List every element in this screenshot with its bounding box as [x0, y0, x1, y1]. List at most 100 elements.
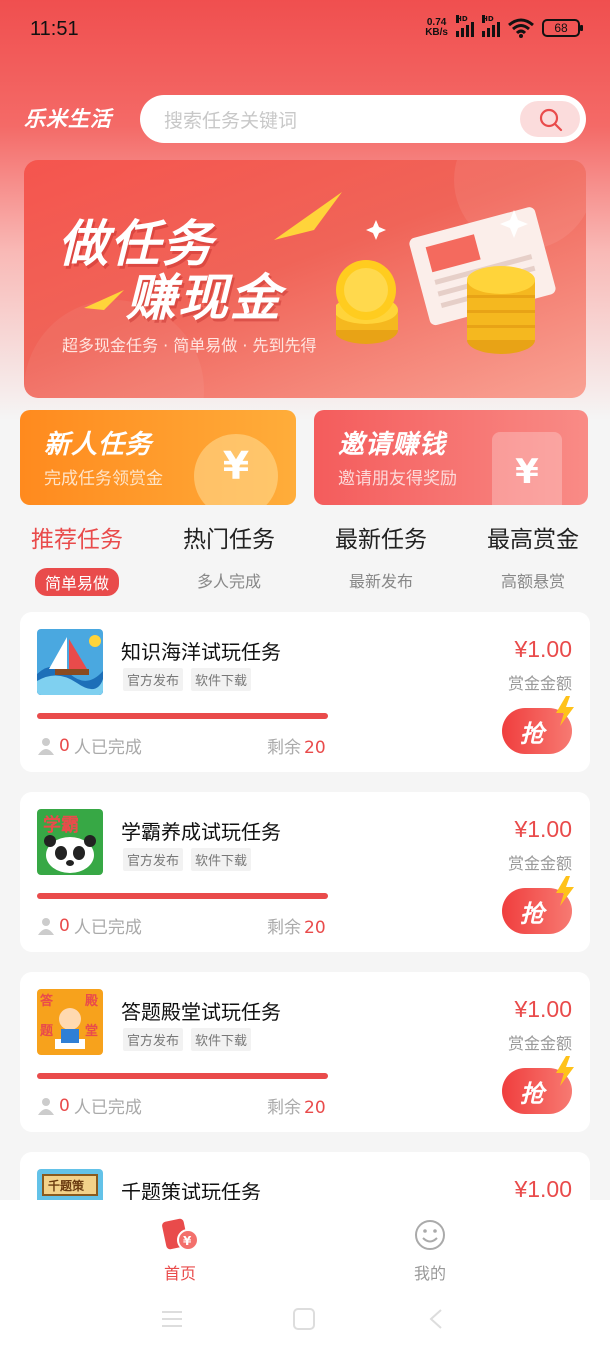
grab-label: 抢 [520, 1080, 544, 1108]
task-reward-label: 赏金金额 [507, 674, 572, 693]
nav-me-label: 我的 [413, 1264, 446, 1283]
task-progress-bar [37, 713, 328, 719]
tab-recommended[interactable]: 推荐任务 简单易做 [2, 520, 152, 596]
remaining-label: 剩余 [267, 738, 301, 758]
task-app-icon [37, 629, 103, 695]
network-speed: 0.74 KB/s [425, 18, 448, 38]
signal-hd-label-2: HD [482, 15, 494, 23]
grab-task-button[interactable]: 抢 [502, 876, 574, 934]
tab-title: 热门任务 [183, 527, 275, 553]
task-tag: 官方发布 [123, 668, 184, 691]
user-icon [38, 917, 54, 935]
task-progress-bar [37, 1073, 328, 1079]
task-progress-fill [37, 713, 328, 719]
task-tags: 官方发布 软件下载 [123, 848, 252, 871]
task-reward-label: 赏金金额 [507, 1034, 572, 1053]
task-card[interactable]: 知识海洋试玩任务 官方发布 软件下载 ¥1.00 赏金金额 0 人已完成 剩余 2… [20, 612, 590, 772]
task-remaining: 剩余 20 [267, 1093, 326, 1118]
signal-hd-label: HD [456, 15, 468, 23]
tab-subtitle: 多人完成 [196, 572, 261, 591]
remaining-label: 剩余 [267, 918, 301, 938]
search-input[interactable]: 搜索任务关键词 [164, 106, 297, 133]
grab-task-button[interactable]: 抢 [502, 696, 574, 754]
grab-label: 抢 [520, 720, 544, 748]
status-bar: 11:51 0.74 KB/s HD HD 68 [0, 0, 610, 60]
icon-lettering: 答 [40, 993, 54, 1009]
tab-title: 最新任务 [335, 527, 427, 553]
smiley-icon [415, 1220, 445, 1250]
task-remaining: 剩余 20 [267, 733, 326, 758]
completed-number: 0 [59, 915, 70, 936]
search-icon [539, 108, 563, 132]
search-button[interactable] [520, 101, 580, 137]
invite-earn-card[interactable]: 邀请赚钱 邀请朋友得奖励 ¥ [314, 410, 588, 505]
icon-lettering: 题 [40, 1024, 54, 1039]
battery-icon: 68 [542, 19, 583, 37]
task-tag: 软件下载 [191, 1028, 252, 1051]
task-app-icon: 学霸 [37, 809, 103, 875]
home-square-icon[interactable] [292, 1308, 316, 1330]
task-progress-fill [37, 893, 328, 899]
signal-icon: HD [456, 15, 474, 37]
task-reward-amount: ¥1.00 [514, 1176, 572, 1202]
menu-icon[interactable] [160, 1308, 184, 1330]
completed-number: 0 [59, 1095, 70, 1116]
tab-subtitle: 简单易做 [34, 568, 119, 596]
system-navigation-bar [0, 1308, 610, 1338]
top-header: 乐米生活 搜索任务关键词 [0, 95, 610, 145]
wifi-icon [508, 18, 534, 38]
task-category-tabs: 推荐任务 简单易做 热门任务 多人完成 最新任务 最新发布 最高赏金 高额悬赏 [0, 520, 610, 596]
task-card[interactable]: 学霸 学霸养成试玩任务 官方发布 软件下载 ¥1.00 赏金金额 0 人已完成 … [20, 792, 590, 952]
task-completed-count: 0 人已完成 [37, 913, 142, 938]
signal-icon-2: HD [482, 15, 500, 37]
new-user-task-card[interactable]: 新人任务 完成任务领赏金 ¥ [20, 410, 296, 505]
grab-label: 抢 [520, 900, 544, 928]
task-completed-count: 0 人已完成 [37, 1093, 142, 1118]
promo-banner[interactable]: 做任务 赚现金 超多现金任务 · 简单易做 · 先到先得 [24, 160, 586, 398]
lightning-icon [556, 876, 574, 906]
banner-subtitle: 超多现金任务 · 简单易做 · 先到先得 [62, 336, 317, 355]
tab-highest-reward[interactable]: 最高赏金 高额悬赏 [458, 520, 608, 592]
back-icon[interactable] [426, 1308, 446, 1330]
task-card[interactable]: 答 殿 题 堂 答题殿堂试玩任务 官方发布 软件下载 ¥1.00 赏金金额 0 … [20, 972, 590, 1132]
remaining-number: 20 [304, 738, 326, 758]
task-reward-amount: ¥1.00 [514, 996, 572, 1022]
bottom-navigation: ¥ 首页 我的 [0, 1200, 610, 1356]
completed-text: 人已完成 [73, 918, 142, 938]
grab-task-button[interactable]: 抢 [502, 1056, 574, 1114]
red-envelope-icon: ¥ [492, 432, 562, 505]
completed-text: 人已完成 [73, 1098, 142, 1118]
task-reward-label: 赏金金额 [507, 854, 572, 873]
remaining-label: 剩余 [267, 1098, 301, 1118]
search-bar[interactable]: 搜索任务关键词 [140, 95, 586, 143]
icon-lettering: 堂 [85, 1023, 98, 1039]
banner-title-line2: 赚现金 [126, 269, 282, 327]
icon-lettering: 学霸 [43, 814, 79, 836]
network-speed-unit: KB/s [425, 27, 448, 38]
task-progress-bar [37, 893, 328, 899]
tab-newest[interactable]: 最新任务 最新发布 [306, 520, 456, 592]
task-title: 学霸养成试玩任务 [121, 820, 281, 844]
status-time: 11:51 [30, 18, 79, 40]
invite-earn-subtitle: 邀请朋友得奖励 [338, 469, 457, 489]
icon-lettering: 千题策 [48, 1178, 85, 1193]
app-logo: 乐米生活 [24, 106, 112, 131]
tab-title: 最高赏金 [487, 527, 579, 553]
task-app-icon: 答 殿 题 堂 [37, 989, 103, 1055]
task-reward-amount: ¥1.00 [514, 816, 572, 842]
coin-icon: ¥ [194, 434, 278, 505]
task-reward-amount: ¥1.00 [514, 636, 572, 662]
user-icon [38, 1097, 54, 1115]
task-tags: 官方发布 软件下载 [123, 1028, 252, 1051]
tab-hot[interactable]: 热门任务 多人完成 [154, 520, 304, 592]
task-tag: 官方发布 [123, 848, 184, 871]
completed-number: 0 [59, 735, 70, 756]
status-icons: 0.74 KB/s HD HD 68 [425, 15, 583, 38]
task-title: 知识海洋试玩任务 [121, 640, 281, 664]
lightning-icon [556, 1056, 574, 1086]
coins-and-paper-illustration [336, 207, 556, 354]
task-tag: 官方发布 [123, 1028, 184, 1051]
svg-text:¥: ¥ [183, 1234, 192, 1248]
nav-me[interactable]: 我的 [370, 1218, 490, 1284]
nav-home[interactable]: ¥ 首页 [120, 1218, 240, 1284]
